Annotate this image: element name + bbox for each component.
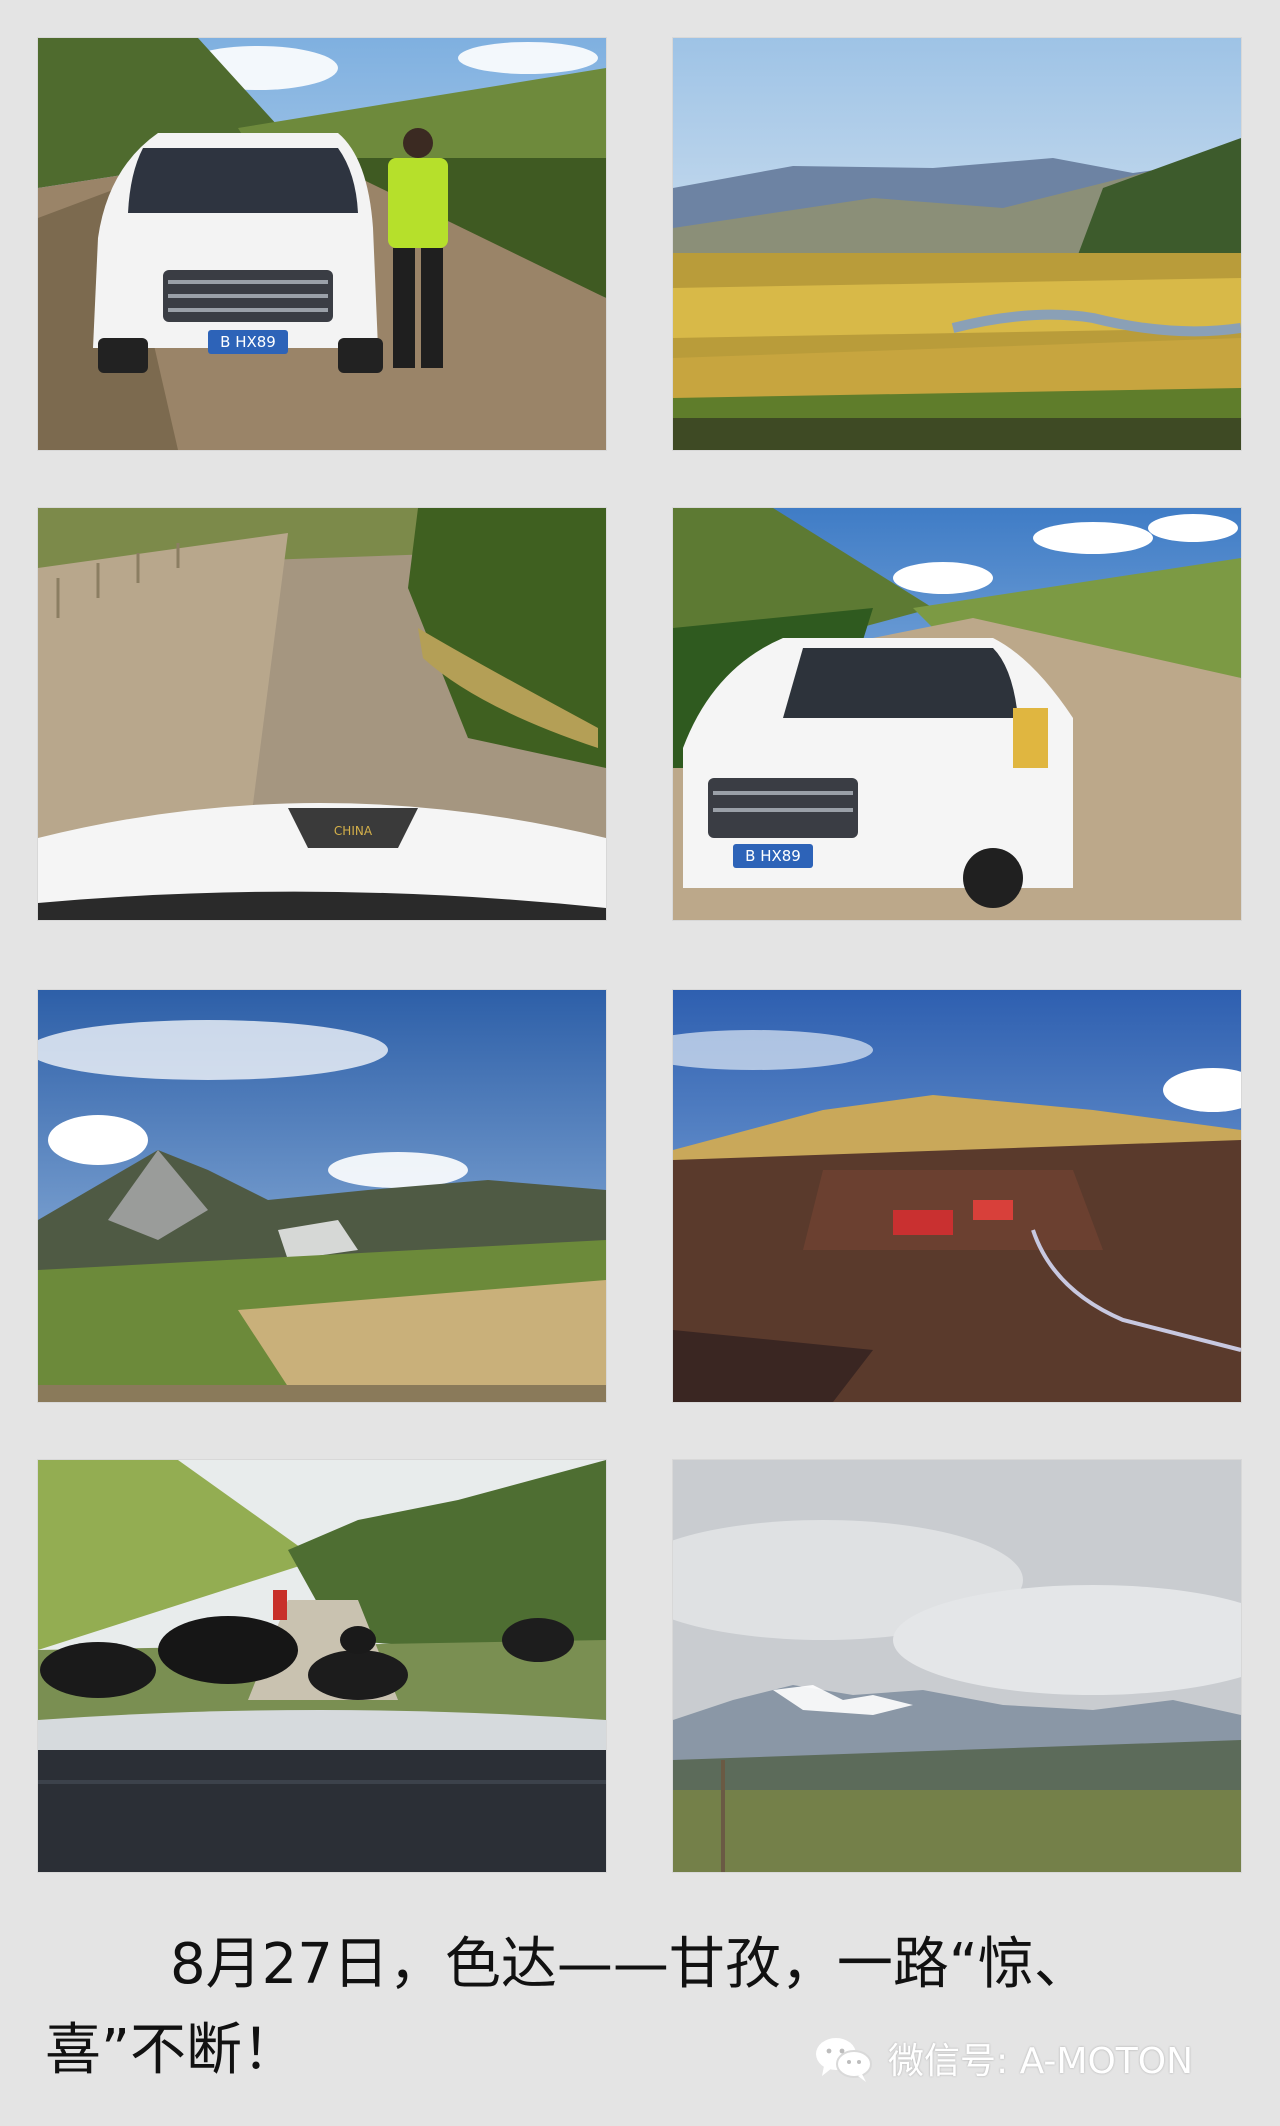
photo-muddy-road: CHINA	[38, 508, 606, 920]
photo-river-valley	[673, 38, 1241, 450]
photo-snow-mountains	[673, 1460, 1241, 1872]
photo-monastery-valley	[673, 990, 1241, 1402]
photo-mountain-peak	[38, 990, 606, 1402]
photo-suv-mountain-road: B HX89	[673, 508, 1241, 920]
hood-emblem: CHINA	[334, 824, 373, 838]
caption-line-1: 8月27日，色达——甘孜，一路“惊、	[170, 1932, 1090, 1997]
license-plate: B HX89	[220, 333, 276, 351]
license-plate: B HX89	[745, 847, 801, 865]
wechat-watermark: 微信号: A-MOTON	[812, 2030, 1193, 2086]
watermark-label: 微信号: A-MOTON	[888, 2041, 1194, 2082]
photo-yaks-on-road	[38, 1460, 606, 1872]
wechat-icon	[816, 2038, 872, 2082]
photo-suv-with-driver: B HX89	[38, 38, 606, 450]
